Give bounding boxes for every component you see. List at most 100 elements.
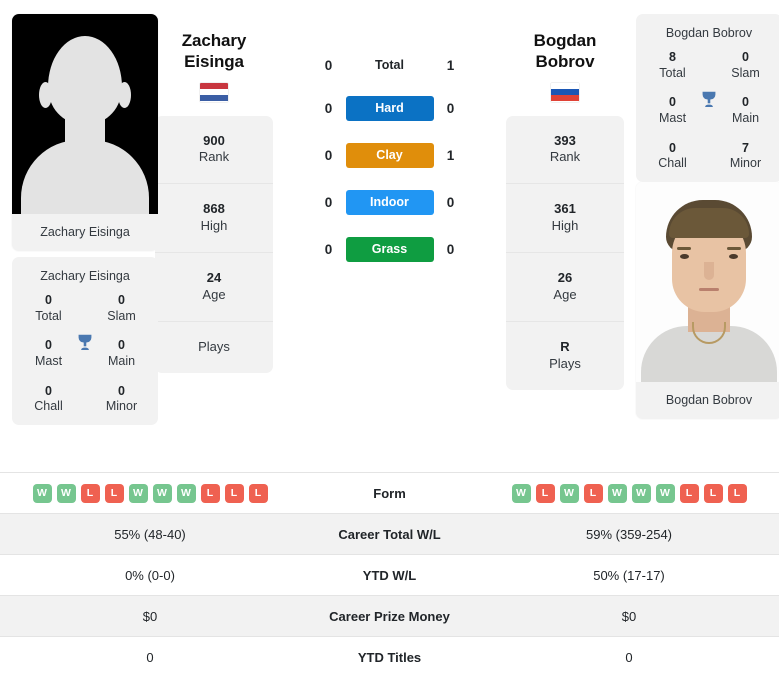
right-title-chall: 0 Chall: [636, 141, 709, 172]
form-left-cell: WWLLWWWLLL: [0, 472, 300, 514]
h2h-hard-left-score: 0: [324, 101, 333, 116]
comparison-table: WWLLWWWLLL Form WLWLWWWLLL 55% (48-40) C…: [0, 472, 779, 678]
left-title-chall: 0 Chall: [12, 384, 85, 415]
table-row-career-total-wl: 55% (48-40) Career Total W/L 59% (359-25…: [0, 513, 779, 555]
left-stat-rank-label: Rank: [198, 149, 230, 165]
form-badge-w[interactable]: W: [32, 483, 52, 503]
left-player-photo-caption: Zachary Eisinga: [12, 214, 158, 251]
left-player-photo: [12, 14, 158, 214]
right-player-info-column: Bogdan Bobrov 393 Rank 361 High 26 Age R: [506, 0, 624, 390]
silhouette-ear-left-icon: [39, 82, 52, 108]
left-player-name: Zachary Eisinga: [155, 30, 273, 73]
left-title-mast-label: Mast: [34, 353, 63, 368]
form-badge-l[interactable]: L: [104, 483, 124, 503]
left-title-minor-value: 0: [118, 383, 125, 398]
h2h-grass-left-score: 0: [324, 242, 333, 257]
right-stat-plays-label: Plays: [549, 355, 581, 371]
surface-pill-hard[interactable]: Hard: [345, 96, 434, 121]
right-player-photo-caption: Bogdan Bobrov: [636, 381, 779, 419]
left-stat-plays: Plays: [155, 322, 273, 373]
surface-pill-grass[interactable]: Grass: [345, 237, 434, 262]
left-career-total-wl: 55% (48-40): [0, 513, 300, 555]
left-stat-high-label: High: [200, 218, 228, 234]
right-title-total: 8 Total: [636, 50, 709, 81]
right-ytd-wl: 50% (17-17): [479, 554, 779, 596]
left-title-minor: 0 Minor: [85, 384, 158, 415]
h2h-row-clay: 0 Clay 1: [314, 143, 466, 168]
h2h-indoor-label-wrap: Indoor: [344, 190, 436, 215]
left-player-name-line1: Zachary: [181, 31, 247, 50]
left-title-minor-label: Minor: [105, 399, 138, 414]
row-label-ytd-wl: YTD W/L: [300, 554, 479, 596]
table-row-ytd-titles: 0 YTD Titles 0: [0, 636, 779, 678]
left-stat-age-label: Age: [202, 286, 226, 302]
left-player-titles-card: Zachary Eisinga 0 Total 0 Slam 0 Mast 0 …: [12, 257, 158, 425]
form-badge-l[interactable]: L: [248, 483, 268, 503]
h2h-clay-right-score: 1: [446, 148, 455, 163]
right-title-slam: 0 Slam: [709, 50, 779, 81]
row-label-ytd-titles: YTD Titles: [300, 636, 479, 678]
row-label-form: Form: [300, 472, 479, 514]
right-stat-plays: R Plays: [506, 322, 624, 390]
russia-flag-icon: [551, 82, 579, 102]
h2h-indoor-left-score: 0: [324, 195, 333, 210]
form-badge-w[interactable]: W: [128, 483, 148, 503]
surface-pill-indoor[interactable]: Indoor: [345, 190, 434, 215]
h2h-clay-left-score: 0: [324, 148, 333, 163]
form-badge-l[interactable]: L: [679, 483, 699, 503]
form-badge-l[interactable]: L: [727, 483, 747, 503]
right-player-name: Bogdan Bobrov: [506, 30, 624, 73]
form-badge-l[interactable]: L: [200, 483, 220, 503]
left-title-total: 0 Total: [12, 293, 85, 324]
left-career-prize-money: $0: [0, 595, 300, 637]
h2h-total-right-score: 1: [446, 57, 455, 73]
left-ytd-titles: 0: [0, 636, 300, 678]
form-badge-l[interactable]: L: [80, 483, 100, 503]
form-badge-l[interactable]: L: [535, 483, 555, 503]
left-title-main-label: Main: [107, 353, 136, 368]
h2h-row-hard: 0 Hard 0: [314, 96, 466, 121]
h2h-total-left-score: 0: [324, 57, 333, 73]
table-row-career-prize-money: $0 Career Prize Money $0: [0, 595, 779, 637]
form-badge-w[interactable]: W: [607, 483, 627, 503]
table-row-form: WWLLWWWLLL Form WLWLWWWLLL: [0, 472, 779, 514]
right-player-stat-card: 393 Rank 361 High 26 Age R Plays: [506, 115, 624, 390]
form-badge-l[interactable]: L: [224, 483, 244, 503]
form-badge-w[interactable]: W: [152, 483, 172, 503]
right-stat-rank-value: 393: [554, 132, 576, 148]
form-badge-w[interactable]: W: [559, 483, 579, 503]
right-player-photo-card[interactable]: Bogdan Bobrov: [636, 181, 779, 419]
right-title-minor: 7 Minor: [709, 141, 779, 172]
form-badge-w[interactable]: W: [511, 483, 531, 503]
right-player-name-line2: Bobrov: [535, 52, 595, 72]
form-badge-w[interactable]: W: [631, 483, 651, 503]
form-badge-w[interactable]: W: [655, 483, 675, 503]
left-player-info-column: Zachary Eisinga 900 Rank 868 High 24 Age…: [155, 0, 273, 373]
left-title-chall-label: Chall: [34, 399, 63, 414]
h2h-row-total: 0 Total 1: [314, 56, 466, 74]
form-badge-w[interactable]: W: [176, 483, 196, 503]
right-title-minor-value: 7: [742, 140, 749, 155]
left-title-chall-value: 0: [45, 383, 52, 398]
form-badge-w[interactable]: W: [56, 483, 76, 503]
form-badge-l[interactable]: L: [703, 483, 723, 503]
right-title-chall-label: Chall: [658, 156, 687, 171]
right-title-total-value: 8: [669, 50, 676, 64]
left-player-photo-card[interactable]: Zachary Eisinga: [12, 14, 158, 251]
h2h-hard-label-wrap: Hard: [344, 96, 436, 121]
form-badge-l[interactable]: L: [583, 483, 603, 503]
row-label-career-total-wl: Career Total W/L: [300, 513, 479, 555]
left-player-stat-card: 900 Rank 868 High 24 Age Plays: [155, 115, 273, 373]
right-stat-high-label: High: [551, 218, 579, 234]
comparison-table-body: WWLLWWWLLL Form WLWLWWWLLL 55% (48-40) C…: [0, 472, 779, 678]
surface-pill-clay[interactable]: Clay: [345, 143, 434, 168]
right-stat-high-value: 361: [554, 201, 576, 217]
right-title-chall-value: 0: [669, 140, 676, 155]
h2h-grass-label-wrap: Grass: [344, 237, 436, 262]
head-to-head-column: 0 Total 1 0 Hard 0 0 Clay 1 0 Indoor 0 0…: [273, 0, 506, 262]
silhouette-head-icon: [48, 36, 122, 124]
right-ytd-titles: 0: [479, 636, 779, 678]
left-title-total-label: Total: [35, 308, 62, 323]
right-title-minor-label: Minor: [729, 156, 762, 171]
right-titles-grid: 8 Total 0 Slam 0 Mast 0 Main 0 Chall 7 M…: [636, 50, 779, 172]
